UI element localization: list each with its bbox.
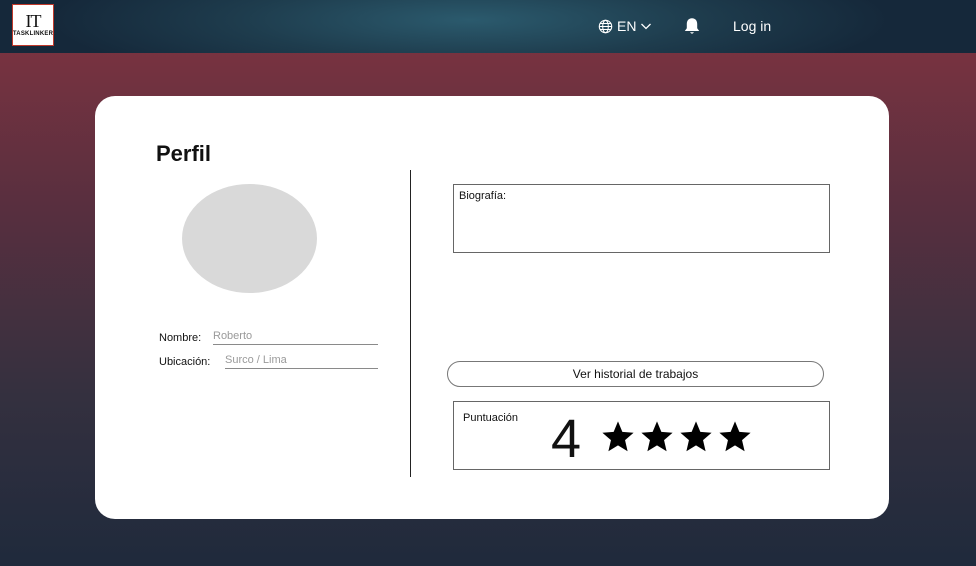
location-field[interactable]: Surco / Lima <box>225 354 378 369</box>
logo-mark: IT <box>25 11 42 31</box>
page-title: Perfil <box>156 141 212 166</box>
rating-value: 4 <box>551 409 582 469</box>
job-history-button[interactable]: Ver historial de trabajos <box>447 361 824 387</box>
rating-panel: Puntuación 4 <box>453 401 830 470</box>
chevron-down-icon <box>641 23 652 30</box>
logo-wordmark: TASKLINKER <box>12 31 54 37</box>
star-rating <box>600 419 753 455</box>
top-navbar: IT TASKLINKER EN Log in <box>0 0 976 53</box>
tasklinker-logo[interactable]: IT TASKLINKER <box>12 4 54 46</box>
bell-icon[interactable] <box>682 16 702 36</box>
location-label: Ubicación: <box>159 356 211 368</box>
star-icon <box>680 421 712 452</box>
star-icon <box>641 421 673 452</box>
vertical-divider <box>410 170 411 477</box>
star-icon <box>719 421 751 452</box>
login-link[interactable]: Log in <box>733 18 771 34</box>
name-field[interactable]: Roberto <box>213 330 378 345</box>
language-selector[interactable]: EN <box>598 17 652 35</box>
biography-field[interactable]: Biografía: <box>453 184 830 253</box>
rating-label: Puntuación <box>463 412 519 424</box>
star-icon <box>602 421 634 452</box>
biography-label: Biografía: <box>459 190 507 202</box>
profile-card: Perfil Nombre: Roberto Ubicación: Surco … <box>95 96 889 519</box>
avatar[interactable] <box>182 184 317 293</box>
globe-icon <box>598 19 613 33</box>
language-label: EN <box>617 18 637 34</box>
name-label: Nombre: <box>159 332 202 344</box>
